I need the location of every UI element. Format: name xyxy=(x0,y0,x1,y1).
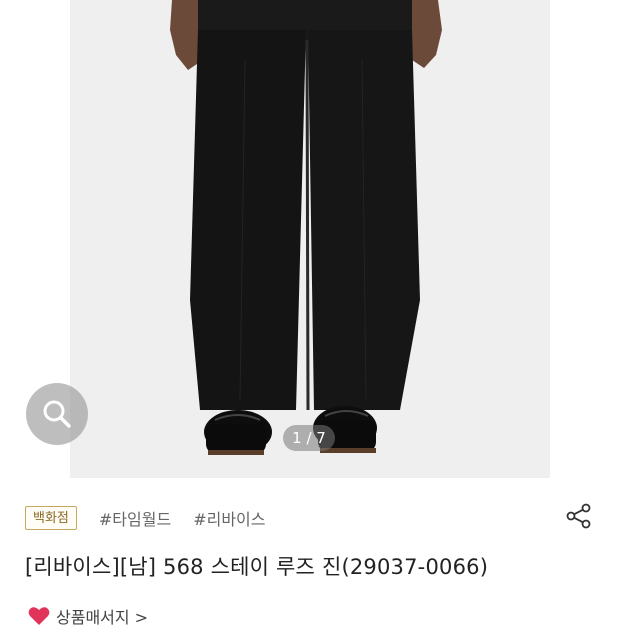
image-counter: 1 / 7 xyxy=(283,425,335,451)
store-link[interactable]: 상품매서지 > xyxy=(28,606,149,627)
product-photo[interactable] xyxy=(70,0,550,478)
zoom-button[interactable] xyxy=(26,383,88,445)
department-store-badge: 백화점 xyxy=(25,506,77,530)
heart-icon xyxy=(28,607,50,625)
tag-row: 백화점 #타임월드 #리바이스 xyxy=(25,504,585,532)
hashtag-timeworld[interactable]: #타임월드 xyxy=(99,506,171,530)
product-image-gallery[interactable]: 1 / 7 xyxy=(0,0,620,478)
search-icon xyxy=(43,400,71,428)
product-title: [리바이스][남] 568 스테이 루즈 진(29037-0066) xyxy=(25,555,489,579)
share-icon xyxy=(566,503,591,529)
hashtag-levis[interactable]: #리바이스 xyxy=(193,506,265,530)
jeans-model-illustration xyxy=(70,0,550,478)
store-name: 상품매서지 > xyxy=(56,608,149,627)
share-button[interactable] xyxy=(565,502,593,530)
